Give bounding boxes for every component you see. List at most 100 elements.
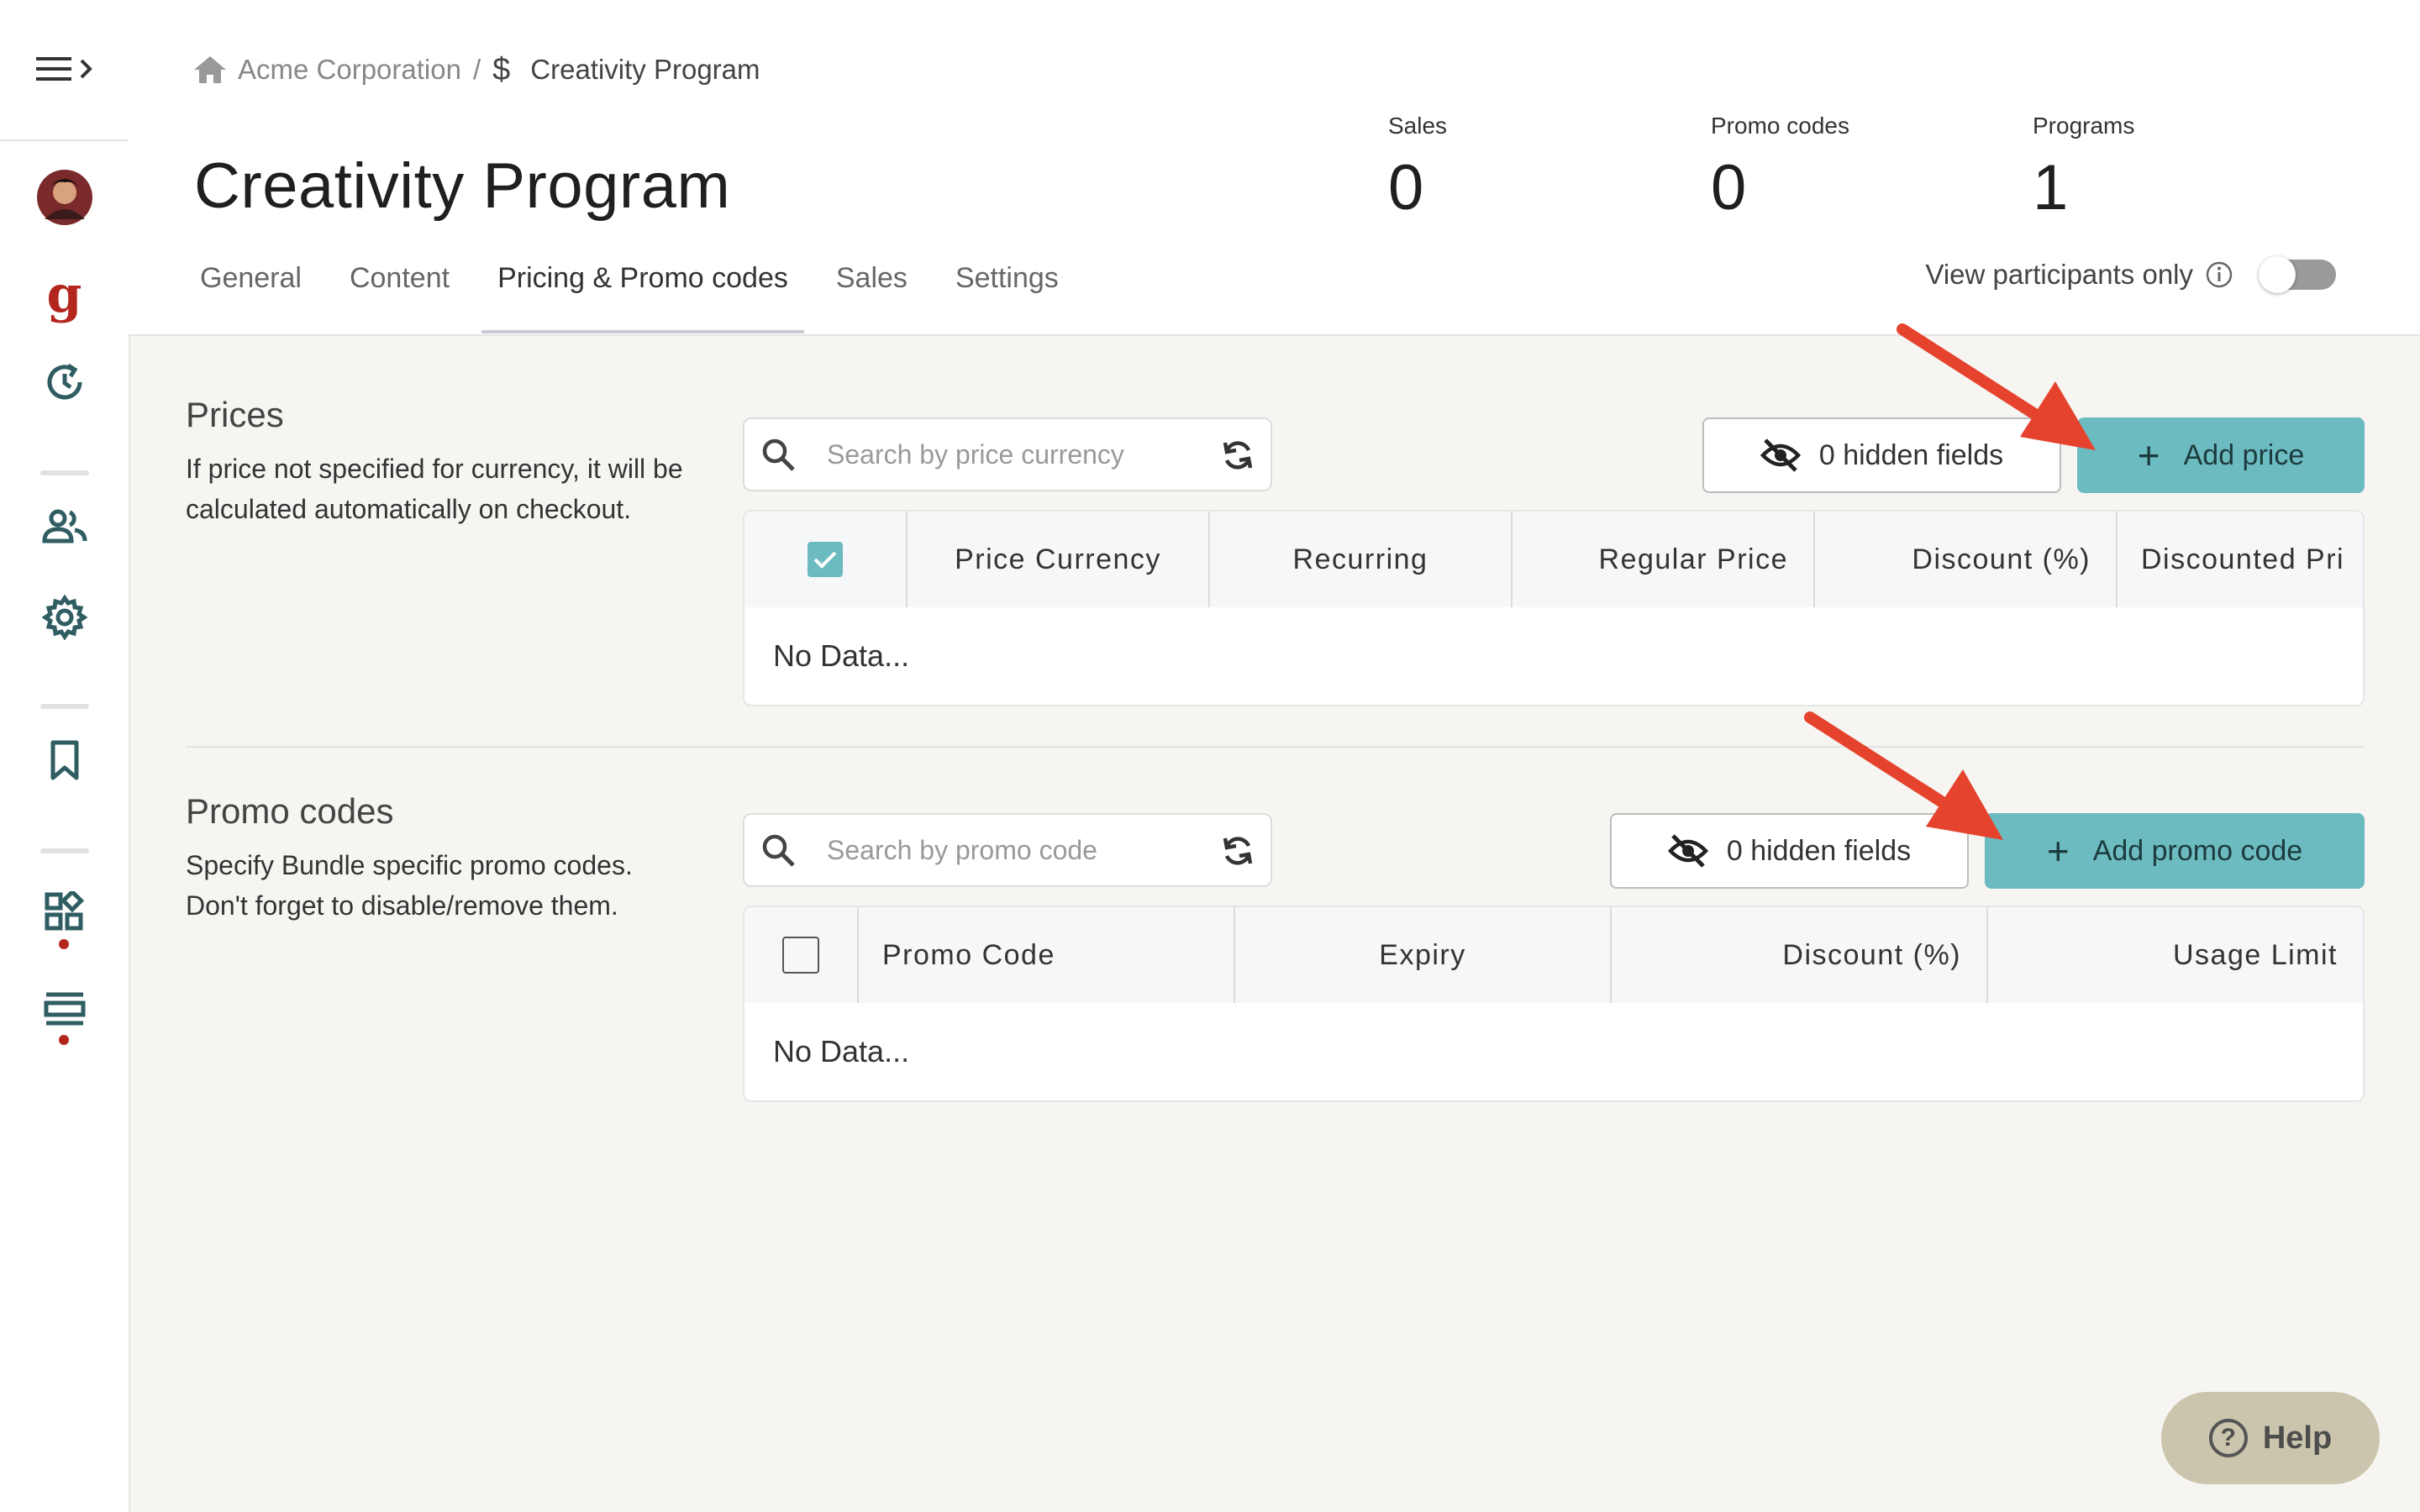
apps-icon bbox=[45, 891, 84, 931]
notification-dot bbox=[59, 1035, 69, 1045]
info-icon[interactable] bbox=[2205, 260, 2233, 289]
tab-sales[interactable]: Sales bbox=[829, 252, 915, 312]
stat-label: Promo codes bbox=[1711, 113, 1849, 139]
tab-general[interactable]: General bbox=[192, 252, 309, 312]
avatar-image bbox=[36, 170, 92, 225]
column-header-promo-code[interactable]: Promo Code bbox=[859, 907, 1235, 1003]
price-hidden-fields-button[interactable]: 0 hidden fields bbox=[1702, 417, 2061, 493]
column-header-discounted-price[interactable]: Discounted Pri bbox=[2118, 512, 2363, 607]
prices-section-title: Prices bbox=[186, 395, 284, 434]
toggle-knob bbox=[2259, 256, 2296, 293]
refresh-icon[interactable] bbox=[1220, 833, 1255, 873]
promo-table-header: Promo Code Expiry Discount (%) Usage Lim… bbox=[744, 907, 2363, 1003]
sidebar-item-history[interactable] bbox=[0, 353, 129, 412]
plus-icon: + bbox=[2137, 433, 2160, 477]
help-button[interactable]: ? Help bbox=[2161, 1392, 2380, 1484]
promo-section-title: Promo codes bbox=[186, 791, 394, 831]
stat-promo-codes: Promo codes 0 bbox=[1711, 113, 1849, 224]
prices-table: Price Currency Recurring Regular Price D… bbox=[743, 510, 2365, 706]
price-search-box bbox=[743, 417, 1272, 491]
select-all-checkbox[interactable] bbox=[782, 937, 819, 974]
dollar-icon: $ bbox=[492, 51, 511, 87]
column-header-discount[interactable]: Discount (%) bbox=[1612, 907, 1988, 1003]
column-header-recurring[interactable]: Recurring bbox=[1210, 512, 1512, 607]
breadcrumb-current: Creativity Program bbox=[530, 54, 760, 85]
stat-label: Sales bbox=[1388, 113, 1448, 139]
menu-toggle-button[interactable] bbox=[0, 44, 129, 94]
users-icon bbox=[41, 509, 87, 543]
promo-search-input[interactable] bbox=[825, 833, 1148, 867]
select-all-cell bbox=[744, 512, 908, 607]
prices-section-description: If price not specified for currency, it … bbox=[186, 454, 683, 524]
eye-off-icon bbox=[1667, 834, 1708, 868]
layout-icon bbox=[44, 992, 85, 1026]
add-promo-code-button[interactable]: + Add promo code bbox=[1985, 813, 2365, 889]
sidebar-separator bbox=[40, 704, 89, 709]
stat-programs: Programs 1 bbox=[2033, 113, 2134, 224]
add-price-button[interactable]: + Add price bbox=[2077, 417, 2365, 493]
column-header-expiry[interactable]: Expiry bbox=[1235, 907, 1612, 1003]
tab-content[interactable]: Content bbox=[342, 252, 457, 312]
avatar[interactable] bbox=[0, 168, 129, 227]
promo-section-description: Specify Bundle specific promo codes. Don… bbox=[186, 850, 633, 921]
logo-g-icon: g bbox=[46, 265, 82, 324]
select-all-cell bbox=[744, 907, 859, 1003]
stat-value: 0 bbox=[1711, 152, 1747, 223]
section-divider bbox=[186, 746, 2365, 748]
add-price-label: Add price bbox=[2183, 438, 2305, 471]
history-icon bbox=[47, 363, 82, 400]
promo-codes-table: Promo Code Expiry Discount (%) Usage Lim… bbox=[743, 906, 2365, 1102]
view-participants-control: View participants only bbox=[1925, 256, 2336, 293]
sidebar-item-layout[interactable] bbox=[0, 984, 129, 1035]
breadcrumb: Acme Corporation / $ Creativity Program bbox=[192, 49, 760, 91]
select-all-checkbox[interactable] bbox=[808, 542, 843, 577]
column-header-discount[interactable]: Discount (%) bbox=[1815, 512, 2118, 607]
view-participants-toggle[interactable] bbox=[2259, 256, 2336, 293]
tab-bar: General Content Pricing & Promo codes Sa… bbox=[192, 252, 1099, 333]
view-participants-label: View participants only bbox=[1925, 259, 2193, 290]
stat-value: 0 bbox=[1388, 152, 1424, 223]
sidebar-separator bbox=[40, 848, 89, 853]
sidebar-item-bookmarks[interactable] bbox=[0, 731, 129, 790]
plus-icon: + bbox=[2046, 829, 2070, 873]
tab-pricing-promo-codes[interactable]: Pricing & Promo codes bbox=[481, 252, 804, 333]
hidden-fields-label: 0 hidden fields bbox=[1818, 438, 2004, 471]
add-promo-code-label: Add promo code bbox=[2092, 834, 2303, 867]
help-label: Help bbox=[2262, 1420, 2333, 1456]
column-header-price-currency[interactable]: Price Currency bbox=[908, 512, 1210, 607]
sidebar-item-settings[interactable] bbox=[0, 588, 129, 647]
page-title: Creativity Program bbox=[194, 150, 731, 222]
brand-logo[interactable]: g bbox=[0, 265, 129, 324]
stat-sales: Sales 0 bbox=[1388, 113, 1447, 224]
page-header: Acme Corporation / $ Creativity Program … bbox=[129, 0, 2420, 336]
column-header-regular-price[interactable]: Regular Price bbox=[1512, 512, 1815, 607]
sidebar-separator bbox=[40, 470, 89, 475]
search-icon bbox=[760, 436, 800, 473]
tab-settings[interactable]: Settings bbox=[948, 252, 1066, 312]
sidebar-divider bbox=[0, 139, 129, 141]
search-icon bbox=[760, 832, 800, 869]
column-header-usage-limit[interactable]: Usage Limit bbox=[1988, 907, 2363, 1003]
breadcrumb-root-link[interactable]: Acme Corporation bbox=[238, 54, 461, 86]
menu-icon bbox=[35, 57, 92, 81]
price-search-input[interactable] bbox=[825, 438, 1148, 471]
check-icon bbox=[813, 551, 837, 569]
sidebar-item-users[interactable] bbox=[0, 501, 129, 551]
bookmark-icon bbox=[50, 740, 78, 780]
eye-off-icon bbox=[1760, 438, 1801, 472]
sidebar-item-apps[interactable] bbox=[0, 887, 129, 937]
home-icon[interactable] bbox=[192, 55, 228, 85]
promo-empty-state: No Data... bbox=[773, 1034, 910, 1068]
sidebar: g bbox=[0, 0, 130, 1512]
breadcrumb-separator: / bbox=[472, 54, 481, 85]
stat-value: 1 bbox=[2033, 152, 2069, 223]
prices-table-header: Price Currency Recurring Regular Price D… bbox=[744, 512, 2363, 607]
settings-icon bbox=[41, 595, 87, 640]
refresh-icon[interactable] bbox=[1220, 438, 1255, 477]
hidden-fields-label: 0 hidden fields bbox=[1726, 834, 1912, 867]
notification-dot bbox=[59, 939, 69, 949]
promo-search-box bbox=[743, 813, 1272, 887]
promo-hidden-fields-button[interactable]: 0 hidden fields bbox=[1610, 813, 1969, 889]
prices-empty-state: No Data... bbox=[773, 638, 910, 673]
help-icon: ? bbox=[2208, 1419, 2248, 1457]
